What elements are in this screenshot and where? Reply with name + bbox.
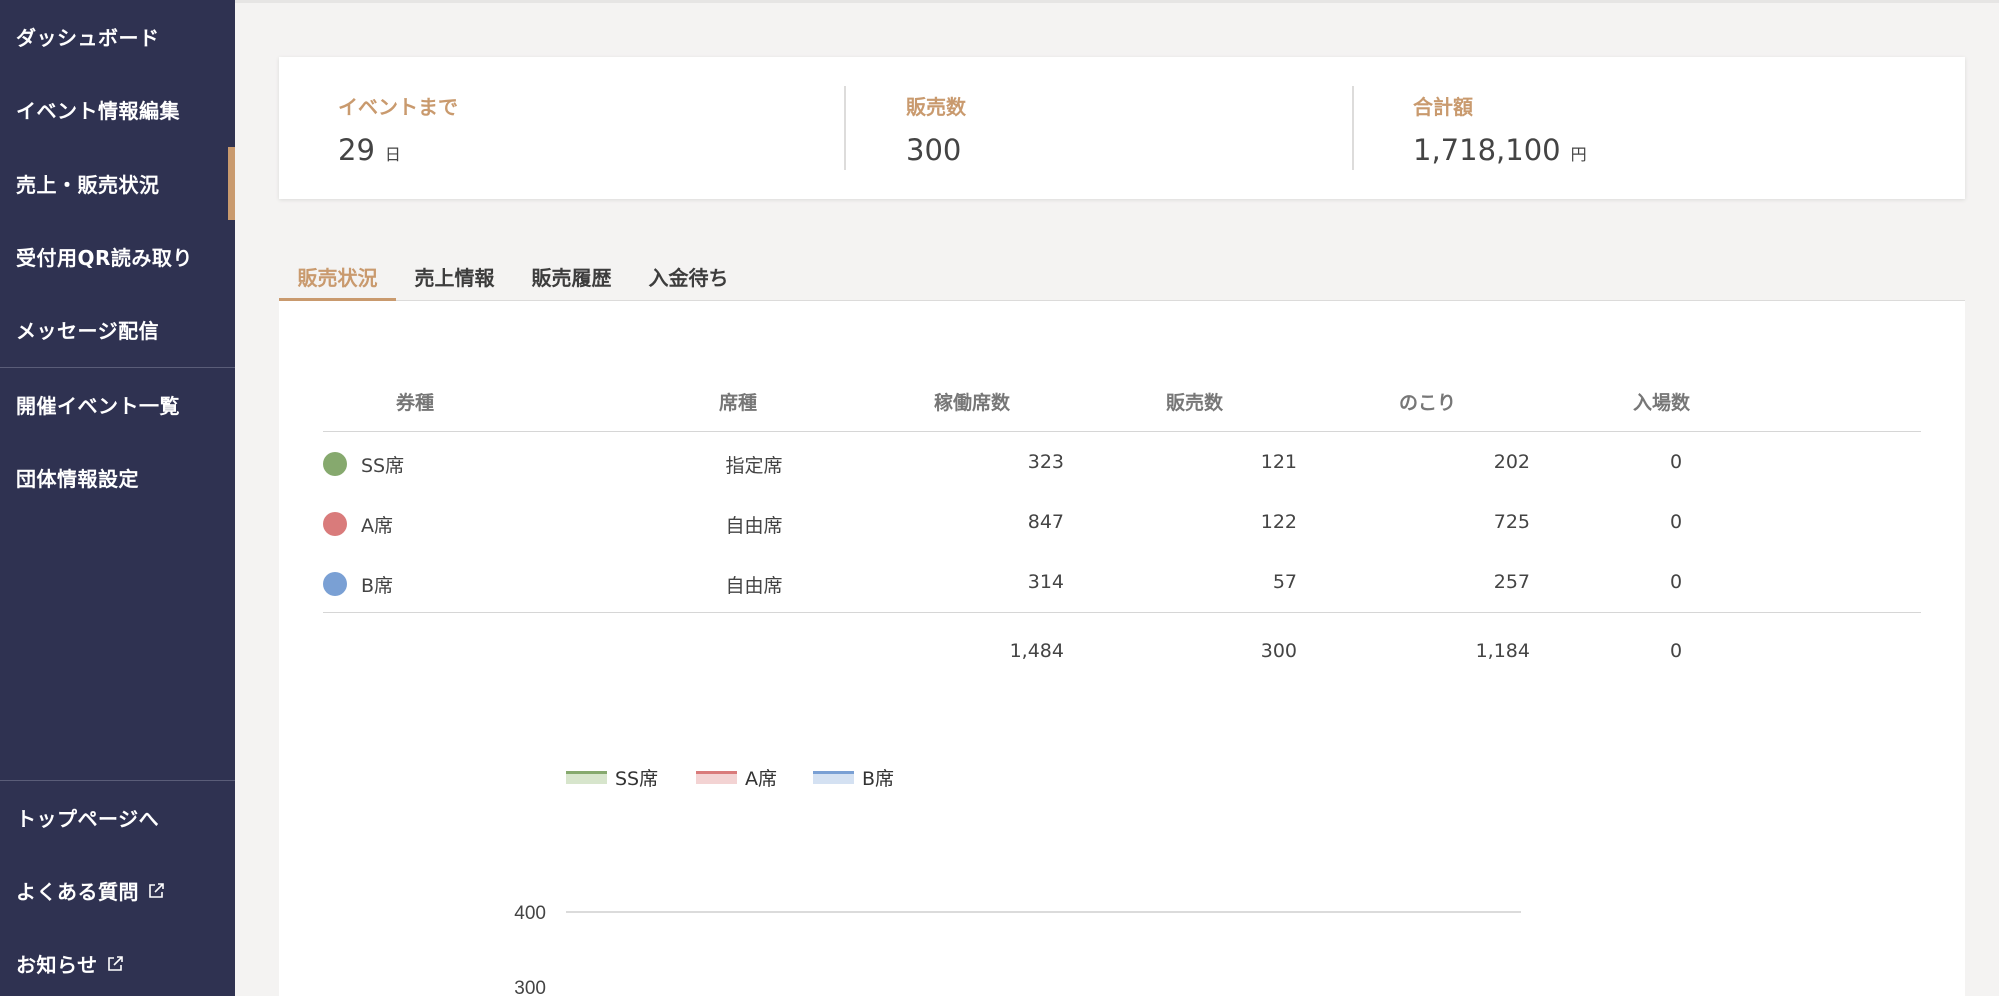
column-header-capacity: 稼働席数 [934, 392, 1011, 414]
stat-label: イベントまで [338, 95, 458, 119]
table-total-divider [323, 612, 1921, 613]
entered-value: 0 [1669, 451, 1683, 473]
sold-value: 57 [1272, 571, 1297, 593]
capacity-value: 847 [1027, 511, 1064, 533]
seat-type: 自由席 [725, 575, 783, 597]
total-sold: 300 [1260, 640, 1297, 662]
sidebar: ダッシュボード イベント情報編集 売上・販売状況 受付用QR読み取り メッセージ… [0, 0, 235, 996]
sidebar-item-label: トップページへ [16, 807, 160, 831]
legend-swatch [696, 770, 737, 784]
sidebar-item-label: メッセージ配信 [16, 319, 160, 343]
legend-label: B席 [862, 767, 895, 790]
legend-label: SS席 [615, 767, 659, 790]
tab-revenue[interactable]: 売上情報 [396, 252, 513, 301]
top-bar [235, 0, 1999, 3]
sidebar-item-sales-status[interactable]: 売上・販売状況 [0, 147, 235, 220]
sidebar-item-faq[interactable]: よくある質問 [0, 854, 235, 927]
stat-separator [1352, 86, 1354, 170]
column-header-seat-type: 席種 [719, 392, 758, 414]
legend-swatch [813, 770, 854, 784]
ticket-name: SS席 [361, 455, 405, 477]
stat-label: 合計額 [1413, 95, 1473, 119]
ticket-name: B席 [361, 575, 394, 597]
sidebar-item-event-list[interactable]: 開催イベント一覧 [0, 368, 235, 441]
sidebar-item-label: 開催イベント一覧 [16, 394, 180, 418]
sidebar-item-event-edit[interactable]: イベント情報編集 [0, 73, 235, 146]
seat-type: 自由席 [725, 515, 783, 537]
sidebar-item-label: 受付用QR読み取り [16, 246, 193, 270]
sidebar-item-top-page[interactable]: トップページへ [0, 781, 235, 854]
stat-value: 1,718,100 円 [1413, 133, 1587, 167]
ticket-color-dot [323, 572, 347, 596]
entered-value: 0 [1669, 571, 1683, 593]
y-tick-label-partial: 300 [514, 978, 546, 996]
entered-value: 0 [1669, 511, 1683, 533]
sidebar-item-label: よくある質問 [16, 880, 139, 904]
stat-unit: 円 [1570, 145, 1587, 164]
stat-number: 1,718,100 [1413, 133, 1561, 167]
capacity-value: 314 [1027, 571, 1064, 593]
external-link-icon [106, 955, 124, 973]
ticket-name: A席 [361, 515, 393, 537]
sidebar-item-messages[interactable]: メッセージ配信 [0, 293, 235, 366]
column-header-entered: 入場数 [1633, 392, 1691, 414]
sidebar-item-label: 団体情報設定 [16, 467, 139, 491]
tab-awaiting-payment[interactable]: 入金待ち [630, 252, 747, 301]
tab-sales-status[interactable]: 販売状況 [279, 252, 396, 302]
remaining-value: 257 [1493, 571, 1530, 593]
column-header-ticket-type: 券種 [396, 392, 435, 414]
sidebar-item-label: 売上・販売状況 [16, 173, 160, 197]
y-tick-label: 400 [514, 903, 546, 924]
ticket-color-dot [323, 512, 347, 536]
legend-item-b[interactable]: B席 [813, 764, 894, 790]
total-remaining: 1,184 [1475, 640, 1530, 662]
stat-separator [844, 86, 846, 170]
sidebar-item-label: ダッシュボード [16, 26, 160, 50]
total-entered: 0 [1669, 640, 1683, 662]
column-header-remaining: のこり [1399, 392, 1457, 414]
sidebar-item-label: お知らせ [16, 953, 98, 977]
sidebar-item-dashboard[interactable]: ダッシュボード [0, 0, 235, 73]
remaining-value: 202 [1493, 451, 1530, 473]
sidebar-item-qr-reader[interactable]: 受付用QR読み取り [0, 220, 235, 293]
legend-label: A席 [745, 767, 777, 790]
table-header-divider [323, 431, 1921, 432]
sold-value: 122 [1260, 511, 1297, 533]
stat-label: 販売数 [906, 95, 966, 119]
capacity-value: 323 [1027, 451, 1064, 473]
column-header-sold: 販売数 [1166, 392, 1224, 414]
stats-card: イベントまで 29 日 販売数 300 合計額 1,718,100 円 [279, 57, 1965, 199]
stat-unit: 日 [384, 145, 401, 164]
legend-item-ss[interactable]: SS席 [566, 764, 658, 790]
tab-bar: 販売状況 売上情報 販売履歴 入金待ち [279, 252, 1965, 302]
sales-line-chart: 400 300 [514, 903, 1521, 996]
stat-number: 29 [338, 133, 375, 167]
sold-value: 121 [1260, 451, 1297, 473]
legend-item-a[interactable]: A席 [696, 764, 777, 790]
stat-value: 300 [906, 133, 961, 167]
sidebar-item-org-settings[interactable]: 団体情報設定 [0, 441, 235, 514]
stat-value: 29 日 [338, 133, 401, 167]
external-link-icon [147, 882, 165, 900]
total-capacity: 1,484 [1009, 640, 1064, 662]
remaining-value: 725 [1493, 511, 1530, 533]
sidebar-item-news[interactable]: お知らせ [0, 927, 235, 996]
sidebar-item-label: イベント情報編集 [16, 99, 180, 123]
tab-sales-history[interactable]: 販売履歴 [513, 252, 630, 301]
ticket-color-dot [323, 452, 347, 476]
seat-type: 指定席 [725, 455, 783, 477]
stat-number: 300 [906, 133, 962, 167]
legend-swatch [566, 770, 607, 784]
